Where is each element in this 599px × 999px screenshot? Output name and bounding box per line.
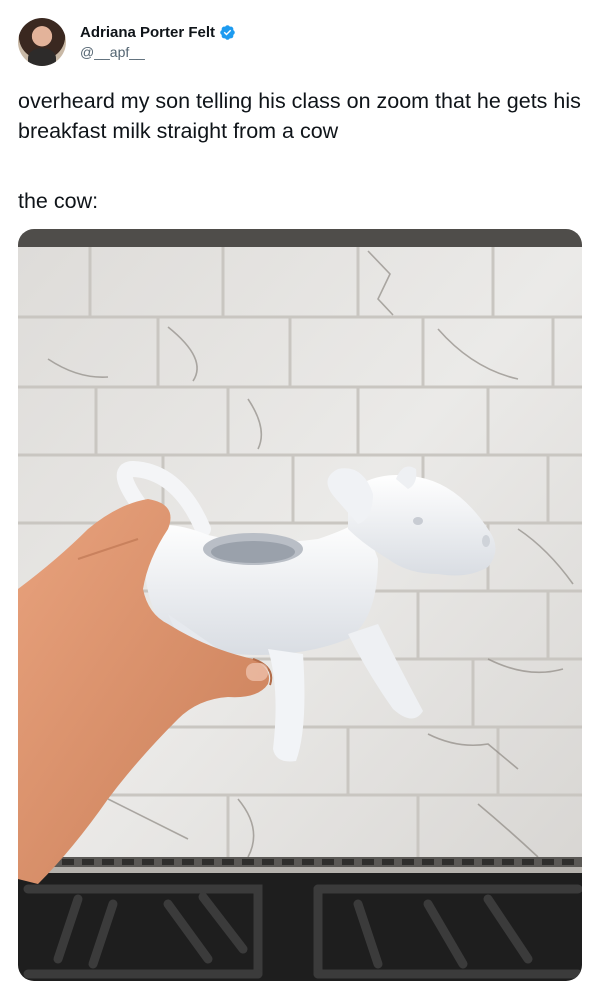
- verified-badge-icon: [219, 24, 236, 41]
- tweet-text-caption: the cow:: [18, 189, 99, 213]
- tweet-header: Adriana Porter Felt @__apf__: [18, 18, 236, 66]
- author-display-name[interactable]: Adriana Porter Felt: [80, 24, 215, 41]
- tweet-text: overheard my son telling his class on zo…: [18, 89, 587, 143]
- avatar[interactable]: [18, 18, 66, 66]
- tweet-photo[interactable]: [18, 229, 582, 981]
- cow-creamer-photo-illustration: [18, 229, 582, 981]
- author-handle[interactable]: @__apf__: [80, 44, 236, 60]
- author-info: Adriana Porter Felt @__apf__: [80, 24, 236, 60]
- author-name-row: Adriana Porter Felt: [80, 24, 236, 41]
